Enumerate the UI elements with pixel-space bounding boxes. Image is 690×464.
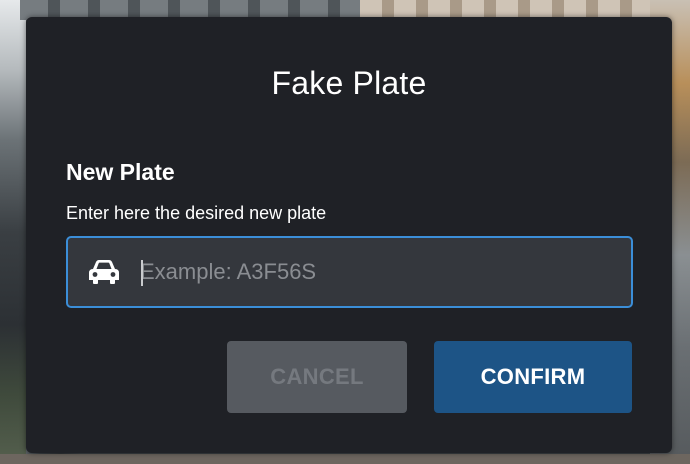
background-ground <box>0 454 690 464</box>
text-caret <box>141 260 143 286</box>
background-building-left <box>0 0 26 464</box>
dialog-title: Fake Plate <box>271 65 427 101</box>
new-plate-label: New Plate <box>66 159 175 185</box>
plate-input[interactable] <box>140 238 620 306</box>
fake-plate-dialog: Fake Plate New Plate Enter here the desi… <box>26 17 672 453</box>
cancel-button[interactable]: CANCEL <box>227 341 407 413</box>
plate-input-container[interactable] <box>66 236 633 308</box>
confirm-button[interactable]: CONFIRM <box>434 341 632 413</box>
car-icon <box>89 260 119 284</box>
new-plate-description: Enter here the desired new plate <box>66 203 327 223</box>
